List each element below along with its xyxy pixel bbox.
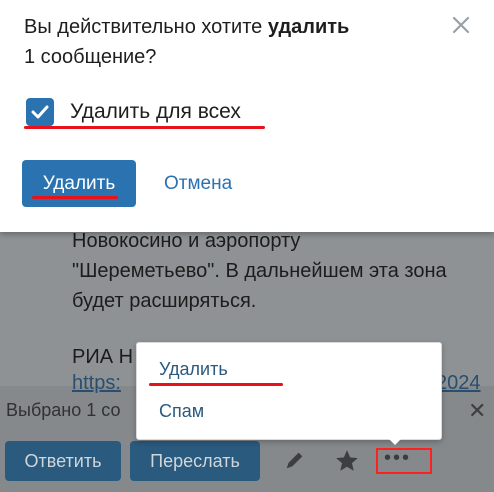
star-icon[interactable] bbox=[334, 448, 360, 474]
delete-button[interactable]: Удалить bbox=[22, 160, 136, 207]
dialog-question-text: Вы действительно хотите bbox=[24, 16, 268, 38]
menu-item-spam[interactable]: Спам bbox=[159, 401, 204, 422]
bg-source-text: РИА Н bbox=[72, 346, 134, 368]
forward-button[interactable]: Переслать bbox=[130, 441, 260, 481]
cancel-button[interactable]: Отмена bbox=[164, 173, 232, 195]
reply-button[interactable]: Ответить bbox=[5, 441, 121, 481]
menu-caret bbox=[386, 436, 404, 445]
bg-source-link-tail: 2024 bbox=[436, 372, 481, 394]
dialog-question-line-2: 1 сообщение? bbox=[24, 46, 157, 68]
more-dots-icon[interactable]: ••• bbox=[384, 447, 411, 470]
delete-confirm-dialog: Вы действительно хотите удалить 1 сообще… bbox=[0, 0, 494, 232]
checkmark-icon bbox=[31, 105, 49, 119]
background-message-text: Новокосино и аэропорту "Шереметьево". В … bbox=[72, 226, 492, 316]
dialog-question-bold: удалить bbox=[267, 16, 350, 38]
delete-button-red-underline bbox=[32, 196, 118, 199]
bg-text-line-3: будет расширяться. bbox=[72, 290, 257, 312]
bg-source-link: https: bbox=[72, 372, 121, 394]
selection-count-label: Выбрано 1 со bbox=[6, 400, 121, 420]
pencil-icon[interactable] bbox=[284, 449, 306, 471]
delete-for-all-checkbox[interactable] bbox=[26, 98, 54, 126]
selection-close-icon[interactable]: ✕ bbox=[468, 398, 486, 424]
message-actions-menu: Удалить Спам bbox=[136, 342, 442, 440]
close-icon[interactable] bbox=[448, 12, 474, 38]
delete-for-all-label[interactable]: Удалить для всех bbox=[70, 100, 241, 124]
bg-text-line-2: "Шереметьево". В дальнейшем эта зона bbox=[72, 260, 447, 282]
menu-delete-red-underline bbox=[149, 383, 283, 386]
menu-item-delete[interactable]: Удалить bbox=[159, 359, 228, 380]
checkbox-red-underline bbox=[24, 126, 265, 129]
dialog-question-line-1: Вы действительно хотите удалить bbox=[24, 16, 349, 39]
